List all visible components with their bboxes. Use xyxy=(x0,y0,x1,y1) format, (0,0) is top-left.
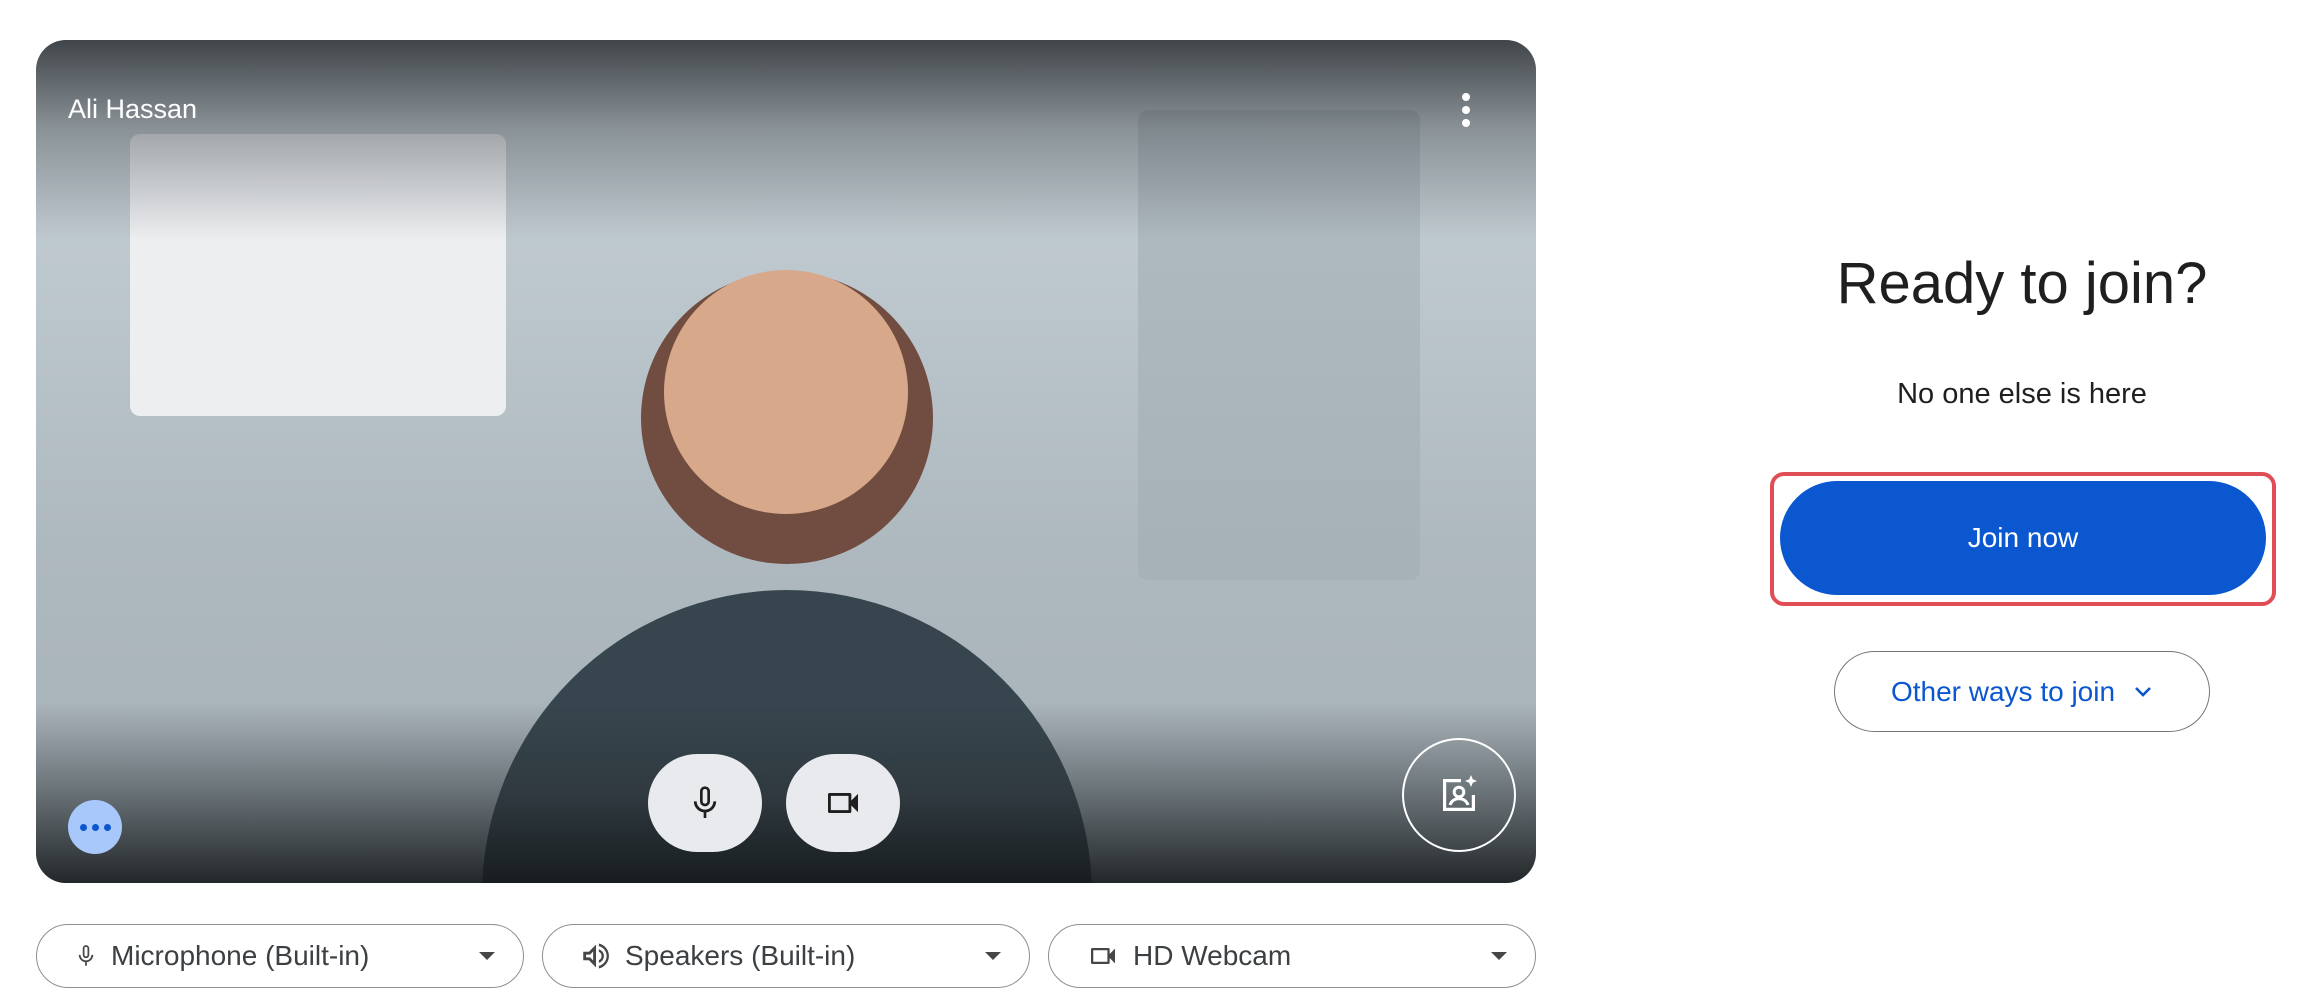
camera-toggle-button[interactable] xyxy=(786,754,900,852)
more-horiz-icon xyxy=(79,823,87,831)
speaker-icon xyxy=(583,943,609,969)
chevron-down-icon xyxy=(2135,686,2151,697)
other-ways-to-join-button[interactable]: Other ways to join xyxy=(1834,651,2210,732)
microphone-icon xyxy=(693,786,717,818)
ready-title: Ready to join? xyxy=(1836,251,2208,316)
microphone-toggle-button[interactable] xyxy=(648,754,762,852)
dropdown-arrow-icon xyxy=(985,952,1001,960)
more-actions-button[interactable] xyxy=(68,800,122,854)
visual-effects-button[interactable] xyxy=(1402,738,1516,852)
camera-preview: Ali Hassan xyxy=(36,40,1536,883)
more-horiz-icon-dot xyxy=(91,823,99,831)
camera-select[interactable]: HD Webcam xyxy=(1048,924,1536,988)
participant-name: Ali Hassan xyxy=(68,94,198,124)
meeting-status: No one else is here xyxy=(1897,378,2147,410)
more-horiz-icon-dot xyxy=(103,823,111,831)
top-gradient xyxy=(36,40,1536,240)
videocam-icon xyxy=(828,793,858,813)
more-options-button[interactable] xyxy=(1446,86,1486,134)
microphone-select-label: Microphone (Built-in) xyxy=(111,940,370,971)
speakers-select[interactable]: Speakers (Built-in) xyxy=(542,924,1030,988)
dropdown-arrow-icon xyxy=(479,952,495,960)
participant-face xyxy=(664,270,908,514)
videocam-icon xyxy=(1091,948,1115,964)
other-ways-label: Other ways to join xyxy=(1890,675,2116,707)
dropdown-arrow-icon xyxy=(1491,952,1507,960)
camera-select-label: HD Webcam xyxy=(1133,940,1292,971)
more-vert-icon xyxy=(1462,93,1470,127)
speakers-select-label: Speakers (Built-in) xyxy=(625,940,856,971)
microphone-select[interactable]: Microphone (Built-in) xyxy=(36,924,524,988)
microphone-icon xyxy=(78,945,94,966)
join-now-button[interactable]: Join now xyxy=(1780,481,2266,595)
portrait-sparkle-icon xyxy=(1443,775,1477,811)
